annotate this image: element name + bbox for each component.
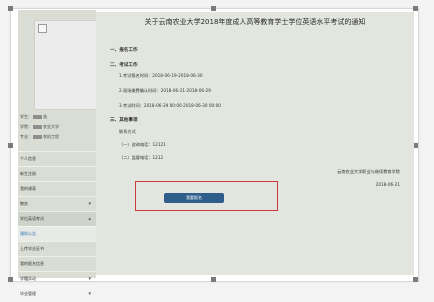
nav-label: 我的报名信息 [20, 261, 44, 266]
sidebar: 学生： 洛 学院： 农业大学 专业： 农机工程 个人信息 新生注册 我的课表 教务 ▾… [18, 10, 98, 297]
chevron-down-icon: ▾ [88, 201, 91, 207]
nav-label: 我的课表 [20, 186, 36, 191]
student-photo [34, 20, 98, 110]
nav-registration[interactable]: 新生注册 [18, 166, 96, 181]
section-exam: 二、考试工作 [110, 63, 138, 68]
chevron-down-icon: ▾ [88, 276, 91, 282]
resize-handle-left[interactable] [8, 143, 13, 148]
consult-phone: （一）咨询电话：12121 [119, 142, 166, 147]
issuing-organization: 云南农业大学职业与继续教育学院 [337, 169, 400, 174]
resize-handle-bottom-left[interactable] [8, 277, 13, 282]
chevron-up-icon: ▴ [88, 216, 91, 222]
nav-label: 学位英语考试 [20, 216, 44, 221]
nav-degree-english-exam[interactable]: 学位英语考试 ▴ [18, 211, 96, 226]
info-row-name: 学生： 洛 [20, 112, 94, 122]
info-label: 学生： [20, 114, 32, 119]
supervise-phone: （二）监督电话：1212 [119, 155, 164, 160]
nav-label: 个人信息 [20, 156, 36, 161]
contact-heading: 联系方式 [119, 129, 136, 134]
chevron-down-icon: ▾ [88, 291, 91, 297]
section-other: 三、其他事项 [110, 118, 138, 123]
nav-status-change[interactable]: 学籍异动 ▾ [18, 271, 96, 286]
info-value: 农业大学 [43, 124, 59, 129]
payment-period: 2.现场缴费确认时间：2018-06-21-2018-06-29 [119, 88, 211, 93]
nav-label: 新生注册 [20, 171, 36, 176]
registration-period: 1.考试报名时间：2018-06-19-2018-06-30 [119, 73, 203, 78]
redacted-mark [33, 135, 42, 139]
nav-timetable[interactable]: 我的课表 [18, 181, 96, 196]
nav-announcements[interactable]: 通知公告 [18, 226, 96, 241]
nav-label: 学籍异动 [20, 276, 36, 281]
resize-handle-top-right[interactable] [413, 6, 418, 11]
nav-label: 毕业管理 [20, 291, 36, 296]
nav-upload-certificate[interactable]: 上传毕业证书 [18, 241, 96, 256]
nav-my-registration[interactable]: 我的报名信息 [18, 256, 96, 271]
resize-handle-top-left[interactable] [8, 6, 13, 11]
redacted-mark [33, 115, 42, 119]
student-info: 学生： 洛 学院： 农业大学 专业： 农机工程 [20, 112, 94, 142]
info-label: 专业： [20, 134, 32, 139]
redacted-mark [33, 125, 42, 129]
exam-period: 3.考试时间：2018-06-29 00:00-2018-06-30 00:00 [119, 103, 221, 108]
notice-title: 关于云南农业大学2018年度成人高等教育学士学位英语水平考试的通知 [144, 18, 366, 26]
info-value: 农机工程 [43, 134, 59, 139]
resize-handle-top[interactable] [211, 6, 216, 11]
register-button[interactable]: 我要报名 [164, 193, 224, 203]
resize-handle-bottom-right[interactable] [413, 277, 418, 282]
nav-personal-info[interactable]: 个人信息 [18, 151, 96, 166]
sidebar-nav: 个人信息 新生注册 我的课表 教务 ▾ 学位英语考试 ▴ 通知公告 上传毕业证书… [18, 151, 96, 301]
nav-graduation[interactable]: 毕业管理 ▾ [18, 286, 96, 301]
nav-academic[interactable]: 教务 ▾ [18, 196, 96, 211]
info-row-major: 专业： 农机工程 [20, 132, 94, 142]
broken-image-icon [38, 24, 47, 33]
nav-label: 教务 [20, 201, 28, 206]
nav-label: 通知公告 [20, 231, 36, 236]
section-registration: 一、报名工作 [110, 48, 138, 53]
nav-label: 上传毕业证书 [20, 246, 44, 251]
info-label: 学院： [20, 124, 32, 129]
info-value: 洛 [43, 114, 47, 119]
info-row-college: 学院： 农业大学 [20, 122, 94, 132]
notice-panel: 关于云南农业大学2018年度成人高等教育学士学位英语水平考试的通知 一、报名工作… [96, 12, 414, 275]
issue-date: 2018-06-21 [375, 182, 400, 187]
resize-handle-bottom[interactable] [211, 277, 216, 282]
